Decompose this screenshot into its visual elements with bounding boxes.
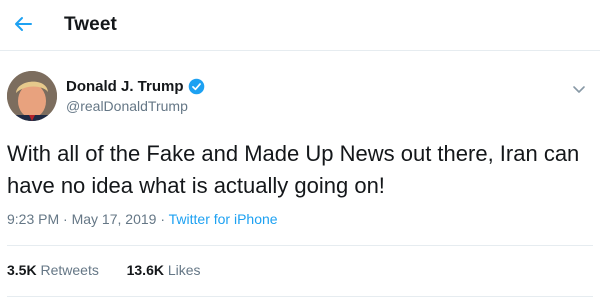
tweet-header: Tweet — [0, 0, 600, 51]
meta-separator: · — [63, 211, 72, 227]
likes-stat[interactable]: 13.6K Likes — [127, 262, 201, 278]
tweet-meta: 9:23 PM · May 17, 2019 · Twitter for iPh… — [7, 211, 278, 227]
meta-separator: · — [160, 211, 169, 227]
likes-label: Likes — [167, 262, 201, 278]
tweet-date[interactable]: May 17, 2019 — [72, 211, 157, 227]
back-button[interactable] — [10, 11, 36, 37]
chevron-down-icon — [573, 86, 585, 93]
divider — [7, 296, 593, 297]
verified-badge-icon — [188, 78, 204, 95]
more-options-button[interactable] — [570, 80, 588, 98]
avatar[interactable] — [7, 71, 57, 121]
divider — [7, 245, 593, 246]
back-arrow-icon — [15, 17, 32, 31]
tweet-text: With all of the Fake and Made Up News ou… — [7, 141, 580, 198]
tweet-source-link[interactable]: Twitter for iPhone — [169, 211, 278, 227]
tweet-time[interactable]: 9:23 PM — [7, 211, 59, 227]
retweets-label: Retweets — [40, 262, 99, 278]
author-handle[interactable]: @realDonaldTrump — [66, 98, 188, 114]
author-name[interactable]: Donald J. Trump — [66, 78, 184, 95]
page-title: Tweet — [64, 14, 117, 35]
retweets-count: 3.5K — [7, 262, 37, 278]
tweet-stats: 3.5K Retweets 13.6K Likes — [7, 262, 201, 278]
likes-count: 13.6K — [126, 262, 164, 278]
avatar-image — [7, 71, 57, 121]
author-name-row[interactable]: Donald J. Trump — [66, 78, 205, 95]
retweets-stat[interactable]: 3.5K Retweets — [7, 262, 103, 278]
